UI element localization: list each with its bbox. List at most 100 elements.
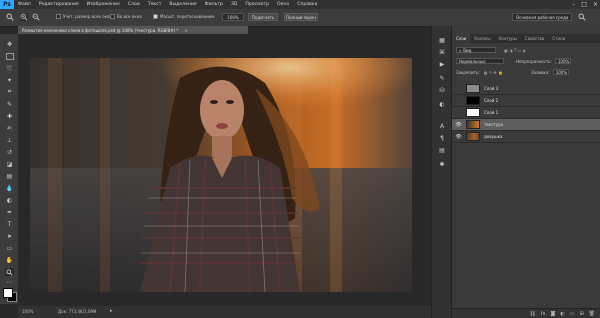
menu-layers[interactable]: Слои [124,2,144,7]
tab-paths[interactable]: Контуры [494,34,520,43]
layer-row-selected[interactable]: 👁 текстура [452,119,600,131]
hand-tool-icon[interactable]: ✋ [5,256,14,264]
checkbox-box[interactable] [110,14,115,19]
tab-channels[interactable]: Каналы [470,34,494,43]
close-document-button[interactable]: × [184,28,187,33]
layer-name: текстура [484,122,504,127]
menu-select[interactable]: Выделение [165,2,200,7]
paragraph-panel-icon[interactable]: ¶ [438,134,446,142]
maximize-button[interactable]: □ [581,1,587,8]
new-layer-icon[interactable]: ⊞ [579,311,583,317]
menu-window[interactable]: Окно [273,2,293,7]
swatches-panel-icon[interactable]: ▤ [438,146,446,154]
styles-panel-icon[interactable]: ✱ [438,160,446,168]
healing-brush-icon[interactable]: ✚ [5,112,14,120]
type-tool-icon[interactable]: T [5,220,14,228]
status-menu-arrow-icon[interactable]: ▸ [110,308,113,314]
zoom-percent-field[interactable]: 100% [222,13,244,21]
character-panel-icon[interactable]: A [438,122,446,130]
tab-properties[interactable]: Свойства [521,34,549,43]
menu-image[interactable]: Изображение [83,2,124,7]
path-selection-icon[interactable]: ➤ [5,232,14,240]
layer-kind-filter[interactable]: ⌕ Вид [456,47,496,53]
blend-mode-select[interactable]: Нормальные [456,58,504,64]
search-icon[interactable] [578,13,586,21]
menu-type[interactable]: Текст [144,2,166,7]
panel-icon-strip: ▦ ⌘ ▶ ✎ ⛁ ◐ A ¶ ▤ ✱ [431,26,452,318]
menu-bar: Ps Файл Редактирование Изображение Слои … [0,0,600,9]
workspace-select[interactable]: Основная рабочая среда [512,13,572,21]
zoom-tool-icon[interactable] [5,268,14,276]
scrubby-zoom-checkbox[interactable]: Масшт. перетаскиванием [153,14,214,19]
move-tool-icon[interactable]: ✥ [5,40,14,48]
layer-style-icon[interactable]: fx [541,311,546,317]
clone-source-icon[interactable]: ⛁ [438,86,446,94]
tab-styles[interactable]: Стили [548,34,569,43]
opacity-field[interactable]: 100% [554,58,571,64]
menu-help[interactable]: Справка [293,2,321,7]
eraser-tool-icon[interactable]: ◪ [5,160,14,168]
properties-panel-icon[interactable]: ⌘ [438,48,446,56]
resize-windows-checkbox[interactable]: Учет. размер всех окон [56,14,112,19]
link-layers-icon[interactable]: ⛓ [529,311,535,317]
actions-panel-icon[interactable]: ▶ [438,60,446,68]
magic-wand-icon[interactable]: ✦ [5,76,14,84]
filter-icons[interactable]: ▣ ◑ T ▭ ◈ [504,48,526,53]
delete-layer-icon[interactable]: 🗑 [589,311,595,317]
tab-layers[interactable]: Слои [452,34,471,43]
zoom-out-icon[interactable] [32,13,40,21]
pen-tool-icon[interactable]: ✒ [5,208,14,216]
layer-row[interactable]: 👁 Слой 1 [452,107,600,119]
eye-icon[interactable]: 👁 [455,121,462,128]
options-bar: Учет. размер всех окон Во все окна Масшт… [0,9,600,27]
scrubby-zoom-label: Масшт. перетаскиванием [160,14,215,19]
eyedropper-icon[interactable]: ✎ [5,100,14,108]
layer-name: Слой 2 [484,98,499,103]
gradient-tool-icon[interactable]: ▤ [5,172,14,180]
checkbox-box[interactable] [153,14,158,19]
marquee-tool-icon[interactable] [5,52,14,60]
eye-icon[interactable]: 👁 [455,133,462,140]
shape-tool-icon[interactable]: ▭ [5,244,14,252]
close-window-button[interactable]: × [593,1,598,8]
brush-panel-icon[interactable]: ✎ [438,74,446,82]
dodge-tool-icon[interactable]: ◐ [5,196,14,204]
new-group-icon[interactable]: ▭ [570,311,575,317]
menu-3d[interactable]: 3D [227,2,241,7]
lasso-tool-icon[interactable]: ➰ [5,64,14,72]
workspace-label: Основная рабочая среда [516,14,569,20]
status-zoom[interactable]: 100% [22,309,33,314]
clone-stamp-icon[interactable]: ⊥ [5,136,14,144]
adjustments-icon[interactable]: ◐ [438,100,446,108]
adjustment-layer-icon[interactable]: ◐ [560,311,564,317]
document-canvas-image[interactable] [30,58,412,292]
foreground-color-swatch[interactable] [3,288,13,298]
fill-screen-button[interactable]: Полный экран [284,13,318,21]
all-windows-checkbox[interactable]: Во все окна [110,14,142,19]
history-panel-icon[interactable]: ▦ [438,36,446,44]
layer-row[interactable]: 👁 Слой 2 [452,95,600,107]
fit-screen-button[interactable]: Подогнать [248,13,278,21]
checkbox-box[interactable] [56,14,61,19]
crop-tool-icon[interactable]: ⌗ [5,88,14,96]
menu-filter[interactable]: Фильтр [201,2,227,7]
menu-view[interactable]: Просмотр [241,2,273,7]
layer-name: девушка [484,134,503,139]
zoom-in-icon[interactable] [20,13,28,21]
zoom-tool-preset-icon[interactable] [6,13,14,21]
tools-panel: ✥ ➰ ✦ ⌗ ✎ ✚ ✍ ⊥ ↺ ◪ ▤ 💧 ◐ ✒ T ➤ ▭ ✋ ⋯ [0,34,19,304]
document-tab[interactable]: Размытие колонками слоев в фотошопе.psd … [18,26,248,34]
layer-mask-icon[interactable]: ◙ [550,311,555,317]
menu-edit[interactable]: Редактирование [35,2,83,7]
blur-tool-icon[interactable]: 💧 [5,184,14,192]
layer-row[interactable]: 👁 Слой 3 [452,83,600,95]
brush-tool-icon[interactable]: ✍ [5,124,14,132]
more-tools-icon[interactable]: ⋯ [5,278,14,286]
layer-row[interactable]: 👁 девушка [452,131,600,143]
menu-file[interactable]: Файл [14,2,35,7]
layer-thumbnail [466,108,480,117]
fill-field[interactable]: 100% [552,69,569,75]
minimize-button[interactable]: – [572,1,575,8]
history-brush-icon[interactable]: ↺ [5,148,14,156]
lock-icons[interactable]: ▦ ✎ ✥ 🔒 [484,70,503,75]
